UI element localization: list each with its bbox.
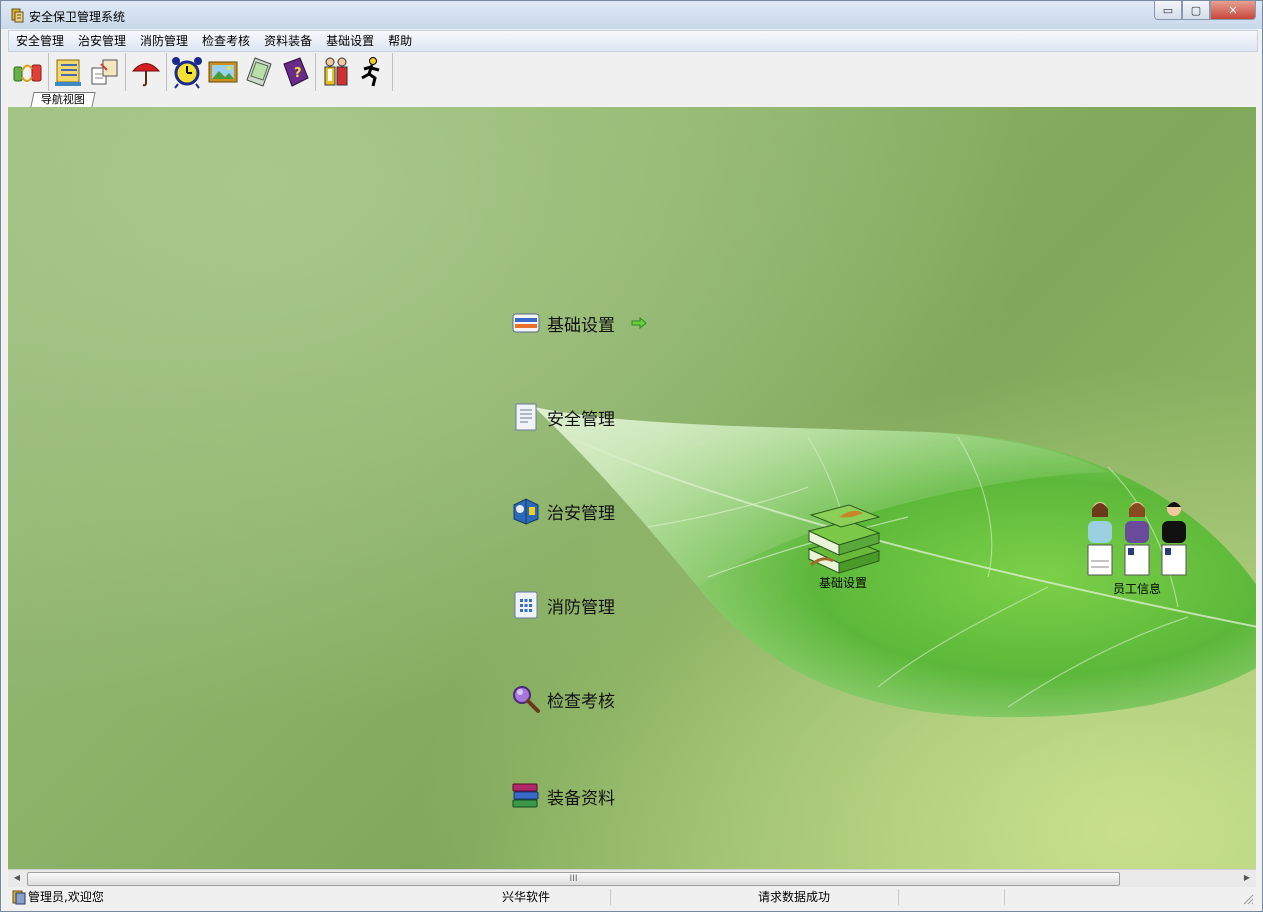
resize-grip-icon[interactable] xyxy=(1242,893,1254,905)
nav-item-basic-settings[interactable]: 基础设置 xyxy=(511,308,647,338)
nav-item-public-security[interactable]: 治安管理 xyxy=(511,496,615,526)
status-company: 兴华软件 xyxy=(502,890,551,904)
help-book-icon: ? xyxy=(283,57,309,87)
menu-bar: 安全管理 治安管理 消防管理 检查考核 资料装备 基础设置 帮助 xyxy=(8,30,1258,52)
status-separator xyxy=(610,889,611,905)
folder-button[interactable] xyxy=(51,54,87,90)
menu-inspection[interactable]: 检查考核 xyxy=(195,31,257,51)
document-icon xyxy=(511,402,541,432)
green-books-icon xyxy=(807,504,881,574)
scroll-left-button[interactable]: ◀ xyxy=(11,872,23,884)
toolbar-group-3 xyxy=(126,53,167,91)
scroll-thumb[interactable]: III xyxy=(27,872,1120,886)
alarm-clock-icon xyxy=(172,57,202,89)
nav-label: 消防管理 xyxy=(547,597,615,618)
scroll-right-icon: ▶ xyxy=(1243,873,1251,882)
toolbar: ? xyxy=(8,52,1256,92)
status-bar: 管理员,欢迎您 兴华软件 请求数据成功 xyxy=(8,887,1256,907)
keypad-icon xyxy=(511,590,541,620)
connect-icon xyxy=(13,64,42,82)
app-icon xyxy=(11,8,24,23)
nav-item-inspection[interactable]: 检查考核 xyxy=(511,684,615,714)
picture-button[interactable] xyxy=(205,54,241,90)
menu-help[interactable]: 帮助 xyxy=(381,31,419,51)
user-icon xyxy=(12,890,26,905)
exit-button[interactable] xyxy=(354,54,390,90)
navigation-view: 基础设置 安全管理 治安管理 消防管理 检查考核 装备资料 基础设置 员工信息 xyxy=(8,107,1256,869)
documents-button[interactable] xyxy=(87,54,123,90)
documents-icon xyxy=(91,59,118,85)
pda-icon xyxy=(246,57,272,87)
minimize-icon: ▭ xyxy=(1162,3,1174,17)
status-separator xyxy=(898,889,899,905)
nav-item-safety-management[interactable]: 安全管理 xyxy=(511,402,615,432)
menu-safety-management[interactable]: 安全管理 xyxy=(9,31,71,51)
menu-public-security[interactable]: 治安管理 xyxy=(71,31,133,51)
help-book-button[interactable]: ? xyxy=(277,54,313,90)
app-window: 安全保卫管理系统 ▭ ▢ ✕ 安全管理 治安管理 消防管理 检查考核 资料装备 … xyxy=(0,0,1263,912)
nav-label: 基础设置 xyxy=(547,315,615,336)
nav-label: 装备资料 xyxy=(547,788,615,809)
window-title: 安全保卫管理系统 xyxy=(29,10,126,24)
pda-button[interactable] xyxy=(241,54,277,90)
umbrella-button[interactable] xyxy=(128,54,164,90)
umbrella-icon xyxy=(131,63,161,87)
svg-text:?: ? xyxy=(294,66,302,81)
magnifier-icon xyxy=(511,684,541,714)
card-icon xyxy=(511,308,541,338)
menu-fire-management[interactable]: 消防管理 xyxy=(133,31,195,51)
status-message: 请求数据成功 xyxy=(758,890,831,904)
alarm-clock-button[interactable] xyxy=(169,54,205,90)
menu-basic-settings[interactable]: 基础设置 xyxy=(319,31,381,51)
title-bar: 安全保卫管理系统 ▭ ▢ ✕ xyxy=(1,1,1262,29)
maximize-icon: ▢ xyxy=(1190,3,1202,17)
toolbar-group-4: ? xyxy=(167,53,316,91)
status-separator xyxy=(1004,889,1005,905)
minimize-button[interactable]: ▭ xyxy=(1154,1,1182,20)
view-tabs: 导航视图 xyxy=(8,92,1256,108)
staff-icon xyxy=(324,57,348,86)
maximize-button[interactable]: ▢ xyxy=(1182,1,1210,20)
books-icon xyxy=(511,781,541,811)
desktop-item-employee-info[interactable]: 员工信息 xyxy=(1082,499,1192,597)
staff-button[interactable] xyxy=(318,54,354,90)
connect-button[interactable] xyxy=(10,54,46,90)
grip-icon: III xyxy=(569,874,578,884)
tab-navigation-view[interactable]: 导航视图 xyxy=(30,92,96,107)
nav-label: 治安管理 xyxy=(547,503,615,524)
nav-item-equipment[interactable]: 装备资料 xyxy=(511,781,615,811)
horizontal-scrollbar[interactable]: ◀ III ▶ xyxy=(8,869,1256,887)
close-icon: ✕ xyxy=(1228,3,1238,17)
cube-icon xyxy=(511,496,541,526)
tab-label: 导航视图 xyxy=(40,93,85,106)
scroll-left-icon: ◀ xyxy=(13,873,21,882)
picture-icon xyxy=(208,61,238,83)
window-controls: ▭ ▢ ✕ xyxy=(1154,1,1256,20)
toolbar-group-1 xyxy=(8,53,49,91)
nav-item-fire-management[interactable]: 消防管理 xyxy=(511,590,615,620)
nav-label: 安全管理 xyxy=(547,409,615,430)
folder-icon xyxy=(55,59,81,86)
desktop-item-label: 员工信息 xyxy=(1112,582,1161,596)
leaf-graphic xyxy=(534,407,1256,718)
scroll-right-button[interactable]: ▶ xyxy=(1241,872,1253,884)
close-button[interactable]: ✕ xyxy=(1210,1,1256,20)
menu-equipment[interactable]: 资料装备 xyxy=(257,31,319,51)
nav-label: 检查考核 xyxy=(547,691,615,712)
status-user: 管理员,欢迎您 xyxy=(28,890,104,904)
arrow-right-icon xyxy=(631,317,647,329)
runner-icon xyxy=(361,57,380,87)
toolbar-group-5 xyxy=(316,53,393,91)
desktop-item-basic-settings[interactable]: 基础设置 xyxy=(803,499,883,591)
toolbar-group-2 xyxy=(49,53,126,91)
employees-icon xyxy=(1087,502,1187,576)
